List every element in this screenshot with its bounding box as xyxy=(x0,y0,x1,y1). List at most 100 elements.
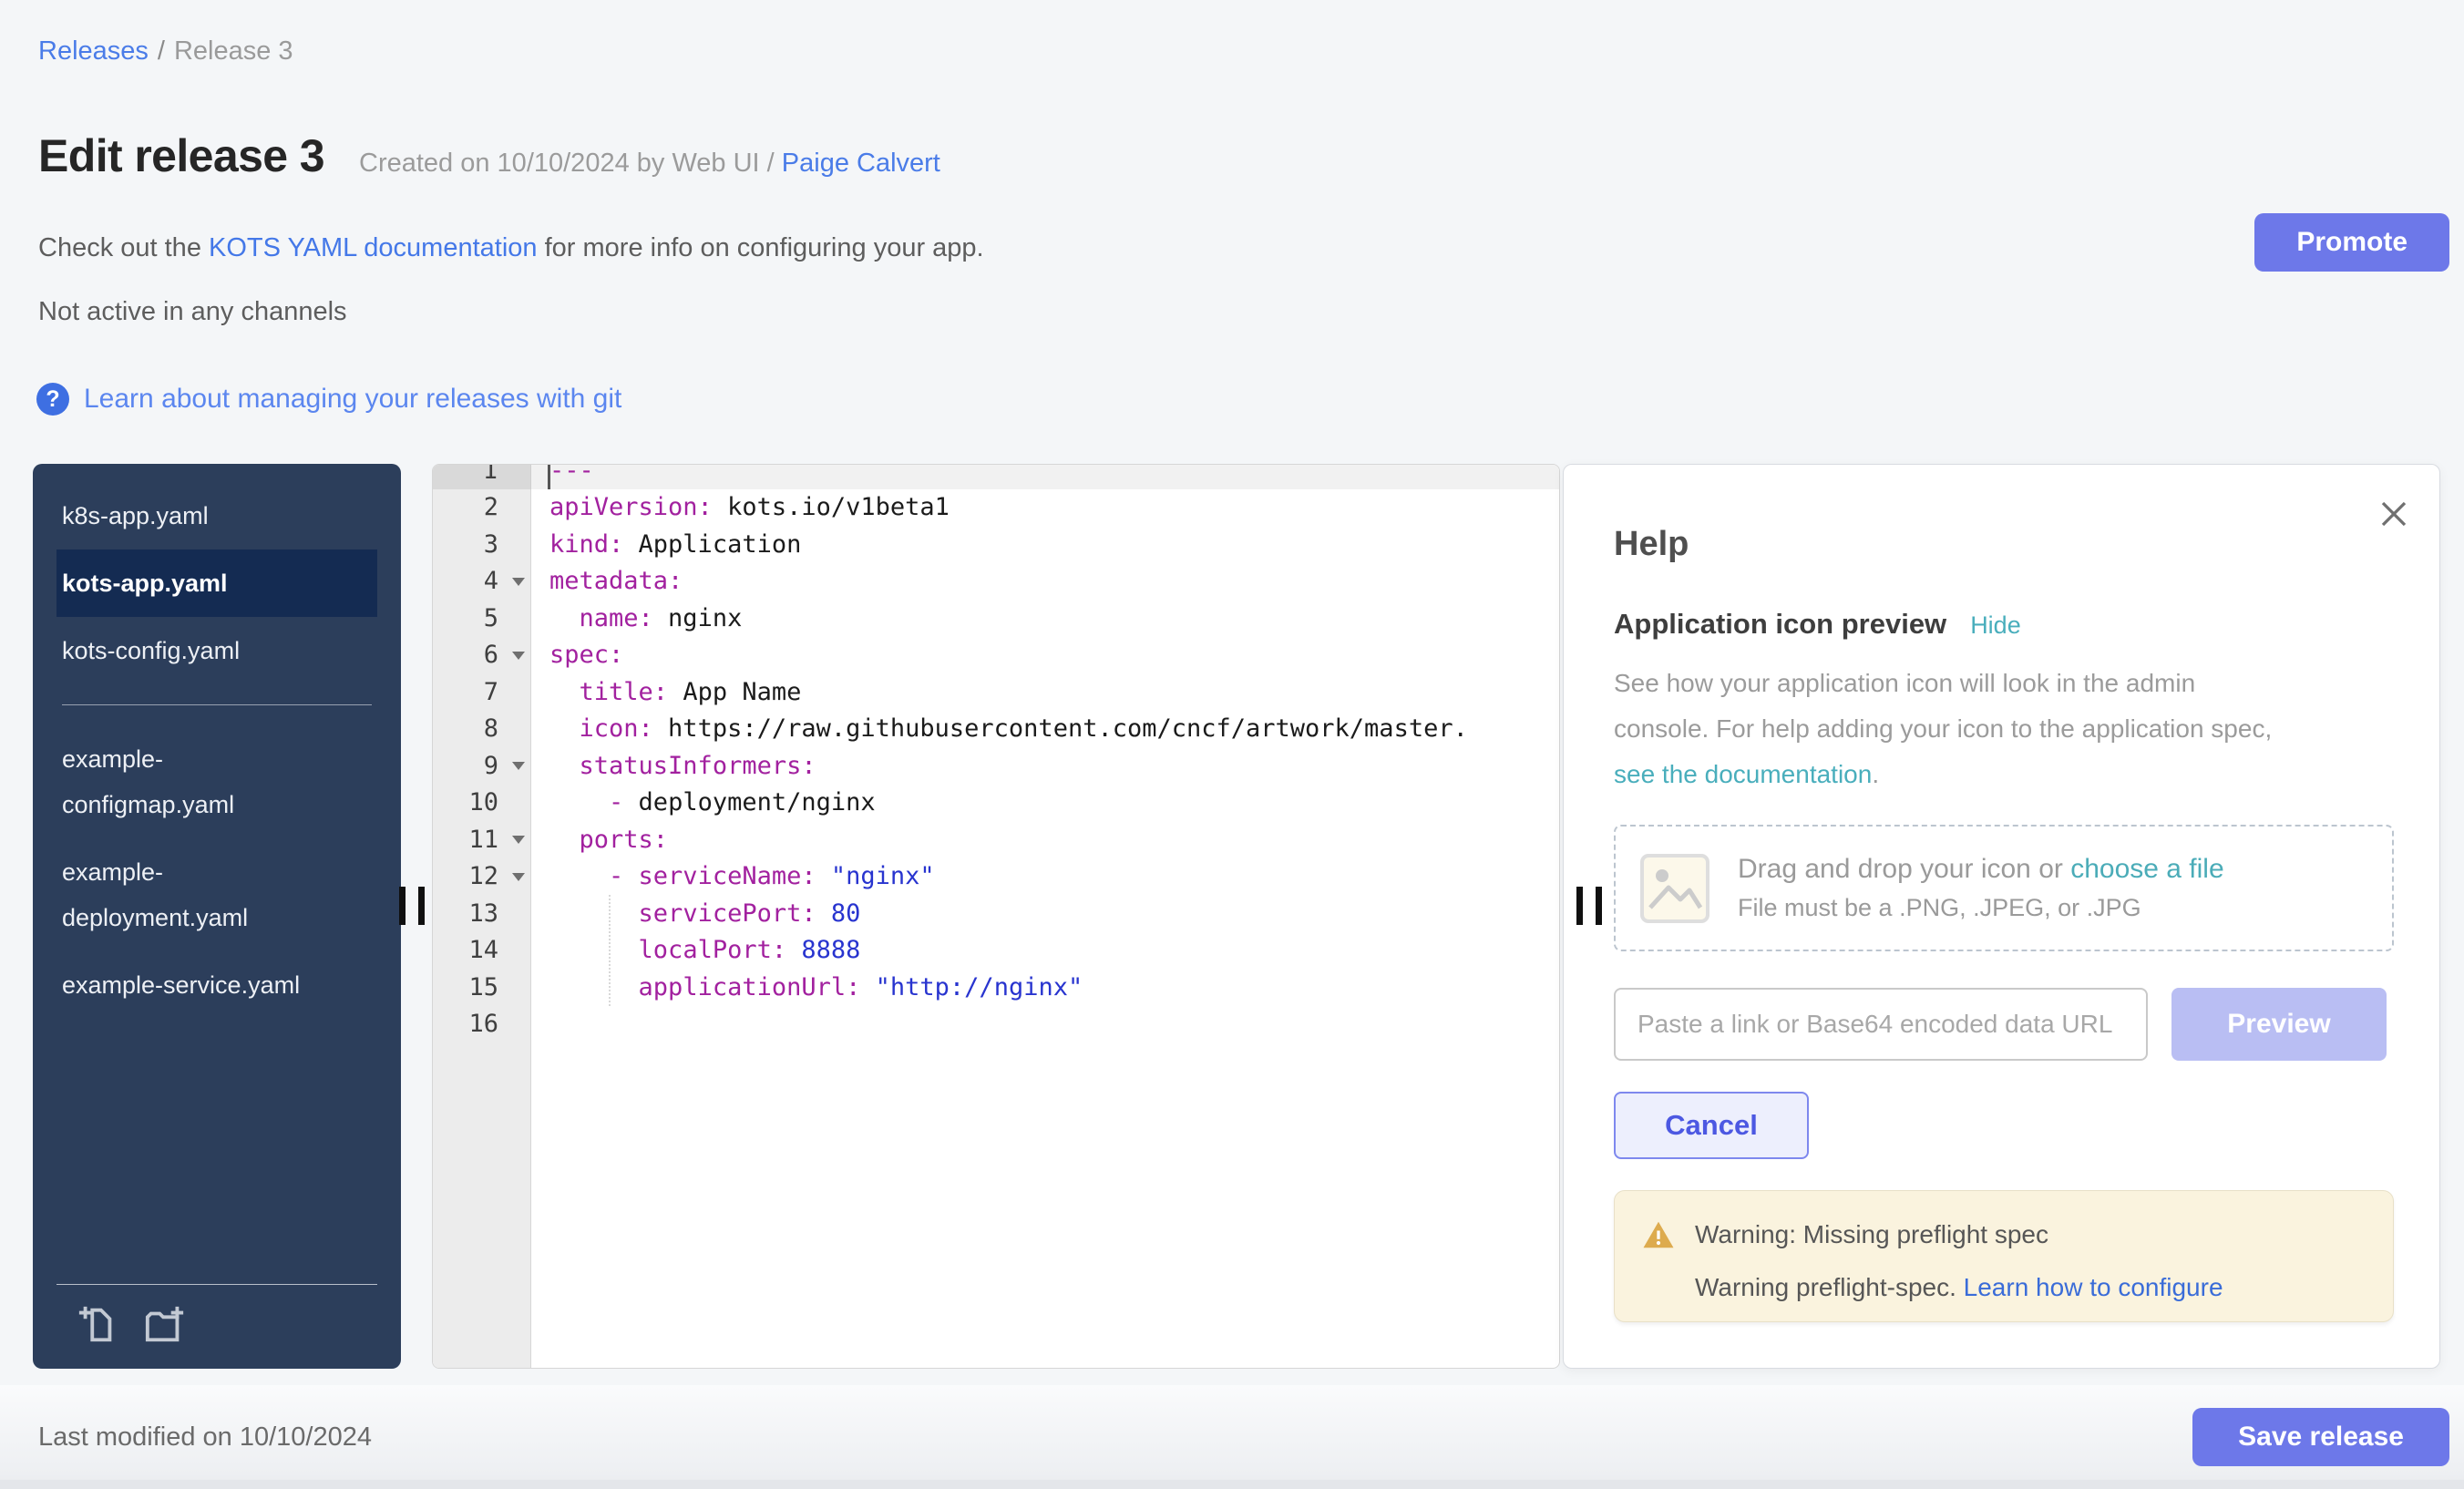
editor-cursor xyxy=(548,465,550,489)
fold-arrow-icon[interactable] xyxy=(512,652,525,660)
drop-zone-hint: File must be a .PNG, .JPEG, or .JPG xyxy=(1738,894,2224,922)
sidebar-editor-resize-handle[interactable] xyxy=(399,887,425,925)
line-number: 14 xyxy=(433,932,531,970)
sidebar-file-example-deployment.yaml[interactable]: example-deployment.yaml xyxy=(56,838,377,951)
sidebar-file-kots-config.yaml[interactable]: kots-config.yaml xyxy=(56,617,377,684)
intro-after: for more info on configuring your app. xyxy=(538,233,984,262)
line-number: 5 xyxy=(433,600,531,637)
description-line: see the documentation. xyxy=(1614,752,2394,797)
breadcrumb-separator: / xyxy=(158,36,165,66)
code-line-13[interactable]: 13 servicePort: 80 xyxy=(433,895,1559,932)
yaml-editor[interactable]: 1---2apiVersion: kots.io/v1beta13kind: A… xyxy=(432,464,1560,1369)
sidebar-file-k8s-app.yaml[interactable]: k8s-app.yaml xyxy=(56,482,377,549)
git-releases-help-link[interactable]: ? Learn about managing your releases wit… xyxy=(36,383,621,416)
code-line-12[interactable]: 12 - serviceName: "nginx" xyxy=(433,858,1559,896)
code-line-14[interactable]: 14 localPort: 8888 xyxy=(433,932,1559,970)
warning-title: Warning: Missing preflight spec xyxy=(1695,1220,2048,1249)
code-line-15[interactable]: 15 applicationUrl: "http://nginx" xyxy=(433,969,1559,1006)
line-number: 1 xyxy=(433,464,531,489)
icon-url-input[interactable] xyxy=(1614,988,2148,1061)
code-line-1[interactable]: 1--- xyxy=(433,464,1559,489)
code-line-3[interactable]: 3kind: Application xyxy=(433,526,1559,563)
line-number: 6 xyxy=(433,637,531,674)
fold-arrow-icon[interactable] xyxy=(512,762,525,770)
sidebar-file-kots-app.yaml[interactable]: kots-app.yaml xyxy=(56,549,377,617)
intro-text: Check out the KOTS YAML documentation fo… xyxy=(38,233,984,263)
code-line-10[interactable]: 10 - deployment/nginx xyxy=(433,785,1559,822)
line-number: 15 xyxy=(433,969,531,1006)
new-folder-icon[interactable] xyxy=(144,1303,186,1345)
description-line: See how your application icon will look … xyxy=(1614,661,2394,706)
save-release-button[interactable]: Save release xyxy=(2192,1408,2449,1466)
last-modified-text: Last modified on 10/10/2024 xyxy=(38,1422,372,1453)
code-lines: 1---2apiVersion: kots.io/v1beta13kind: A… xyxy=(433,464,1559,1042)
drop-zone-text: Drag and drop your icon or choose a file… xyxy=(1738,854,2224,922)
code-line-5[interactable]: 5 name: nginx xyxy=(433,600,1559,637)
file-list-divider xyxy=(62,704,372,705)
code-line-7[interactable]: 7 title: App Name xyxy=(433,673,1559,711)
file-sidebar: k8s-app.yamlkots-app.yamlkots-config.yam… xyxy=(33,464,401,1369)
preview-button[interactable]: Preview xyxy=(2171,988,2387,1061)
see-documentation-link[interactable]: see the documentation xyxy=(1614,760,1872,788)
help-title: Help xyxy=(1614,525,2394,564)
intro-before: Check out the xyxy=(38,233,209,262)
icon-preview-title: Application icon preview xyxy=(1614,608,1946,641)
preflight-configure-link[interactable]: Learn how to configure xyxy=(1964,1273,2223,1301)
line-number: 8 xyxy=(433,711,531,748)
indent-guide xyxy=(609,895,611,1006)
line-number: 9 xyxy=(433,747,531,785)
icon-url-row: Preview xyxy=(1614,988,2394,1061)
created-by-link[interactable]: Paige Calvert xyxy=(782,149,940,178)
file-list: k8s-app.yamlkots-app.yamlkots-config.yam… xyxy=(56,482,377,1019)
channel-status: Not active in any channels xyxy=(38,297,347,327)
cancel-button[interactable]: Cancel xyxy=(1614,1092,1809,1159)
sidebar-file-example-configmap.yaml[interactable]: example-configmap.yaml xyxy=(56,725,377,838)
icon-preview-description: See how your application icon will look … xyxy=(1614,661,2394,797)
warning-icon xyxy=(1642,1218,1675,1251)
breadcrumb-releases-link[interactable]: Releases xyxy=(38,36,149,66)
code-line-9[interactable]: 9 statusInformers: xyxy=(433,747,1559,785)
preflight-warning: Warning: Missing preflight spec Warning … xyxy=(1614,1190,2394,1322)
sidebar-file-example-service.yaml[interactable]: example-service.yaml xyxy=(56,951,377,1019)
editor-help-resize-handle[interactable] xyxy=(1576,887,1602,925)
breadcrumb: Releases / Release 3 xyxy=(38,36,293,67)
kots-yaml-docs-link[interactable]: KOTS YAML documentation xyxy=(209,233,538,262)
fold-arrow-icon[interactable] xyxy=(512,836,525,844)
image-placeholder-icon xyxy=(1639,853,1710,924)
edit-release-page: Releases / Release 3 Edit release 3 Create… xyxy=(0,0,2464,1489)
bottom-strip xyxy=(0,1480,2464,1489)
title-row: Edit release 3 Created on 10/10/2024 by … xyxy=(38,129,940,182)
icon-preview-section: Application icon preview Hide xyxy=(1614,608,2394,641)
new-file-icon[interactable] xyxy=(77,1303,118,1345)
fold-arrow-icon[interactable] xyxy=(512,873,525,881)
promote-button[interactable]: Promote xyxy=(2254,213,2449,272)
code-line-4[interactable]: 4metadata: xyxy=(433,563,1559,601)
close-icon[interactable] xyxy=(2377,498,2410,530)
hide-link[interactable]: Hide xyxy=(1970,611,2021,640)
icon-drop-zone[interactable]: Drag and drop your icon or choose a file… xyxy=(1614,825,2394,951)
code-line-8[interactable]: 8 icon: https://raw.githubusercontent.co… xyxy=(433,711,1559,748)
line-number: 4 xyxy=(433,563,531,601)
page-title: Edit release 3 xyxy=(38,129,324,182)
sidebar-actions xyxy=(56,1284,377,1369)
breadcrumb-current: Release 3 xyxy=(174,36,293,66)
line-number: 11 xyxy=(433,821,531,858)
question-circle-icon: ? xyxy=(36,383,69,416)
line-number: 13 xyxy=(433,895,531,932)
line-number: 16 xyxy=(433,1006,531,1043)
choose-file-link[interactable]: choose a file xyxy=(2070,854,2223,884)
line-number: 12 xyxy=(433,858,531,896)
fold-arrow-icon[interactable] xyxy=(512,578,525,586)
warning-detail: Warning preflight-spec. Learn how to con… xyxy=(1642,1273,2366,1302)
code-line-2[interactable]: 2apiVersion: kots.io/v1beta1 xyxy=(433,489,1559,527)
help-panel: Help Application icon preview Hide See h… xyxy=(1563,464,2440,1369)
code-line-11[interactable]: 11 ports: xyxy=(433,821,1559,858)
line-number: 3 xyxy=(433,526,531,563)
git-releases-help-label: Learn about managing your releases with … xyxy=(84,384,621,415)
created-meta-text: Created on 10/10/2024 by Web UI / xyxy=(359,149,775,178)
created-meta: Created on 10/10/2024 by Web UI / Paige … xyxy=(359,149,940,179)
description-line: console. For help adding your icon to th… xyxy=(1614,706,2394,752)
code-line-6[interactable]: 6spec: xyxy=(433,637,1559,674)
line-number: 2 xyxy=(433,489,531,527)
code-line-16[interactable]: 16 xyxy=(433,1006,1559,1043)
